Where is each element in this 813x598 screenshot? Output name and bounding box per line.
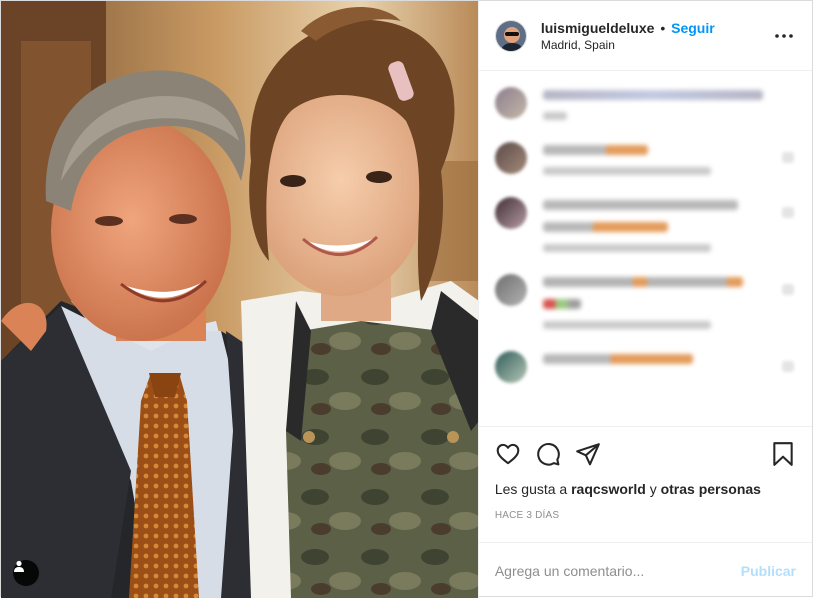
comment-avatar[interactable] — [494, 197, 527, 229]
post-photo[interactable] — [1, 1, 478, 598]
likes-others[interactable]: otras personas — [661, 481, 761, 497]
person-icon — [14, 560, 24, 572]
author-username[interactable]: luismigueldeluxe — [541, 20, 655, 36]
post-timestamp[interactable]: HACE 3 DÍAS — [479, 510, 812, 532]
bookmark-icon[interactable] — [770, 441, 796, 467]
likes-user[interactable]: raqcsworld — [571, 481, 646, 497]
likes-prefix: Les gusta a — [494, 481, 568, 497]
comment-text-blurred — [542, 354, 693, 364]
post-actions — [478, 426, 812, 480]
comment-like-icon[interactable] — [782, 361, 794, 372]
paper-plane-icon[interactable] — [575, 441, 601, 467]
author-line: luismigueldeluxe • Seguir — [541, 19, 772, 37]
comment-text-blurred — [542, 145, 648, 155]
post-container: luismigueldeluxe • Seguir Madrid, Spain — [0, 0, 813, 598]
comment-like-icon[interactable] — [782, 207, 794, 218]
comment-text-blurred — [542, 222, 668, 232]
comment-item — [494, 274, 796, 329]
comment-item — [494, 197, 796, 252]
comment-like-icon[interactable] — [782, 284, 794, 295]
comment-avatar[interactable] — [494, 351, 527, 383]
comment-meta-blurred — [542, 112, 567, 120]
comments-list — [479, 71, 812, 426]
post-side-panel: luismigueldeluxe • Seguir Madrid, Spain — [477, 1, 812, 598]
add-comment-bar: Publicar — [478, 542, 812, 598]
comment-input[interactable] — [494, 562, 741, 579]
more-horizontal-icon — [775, 33, 793, 38]
publish-button[interactable]: Publicar — [741, 563, 796, 579]
likes-joiner: y — [649, 481, 657, 497]
photo-illustration — [1, 1, 478, 598]
comment-meta-blurred — [542, 167, 711, 175]
separator-dot: • — [660, 19, 666, 36]
follow-button[interactable]: Seguir — [671, 20, 715, 36]
comment-text-blurred — [542, 299, 581, 309]
likes-summary: Les gusta a raqcsworld y otras personas — [479, 480, 812, 498]
comment-avatar[interactable] — [494, 87, 527, 119]
post-location[interactable]: Madrid, Spain — [541, 37, 772, 53]
author-info: luismigueldeluxe • Seguir Madrid, Spain — [541, 19, 772, 53]
comment-item — [494, 87, 796, 120]
more-options-button[interactable] — [772, 24, 796, 48]
comment-text-blurred — [542, 277, 743, 287]
post-header: luismigueldeluxe • Seguir Madrid, Spain — [478, 1, 812, 71]
comment-bubble-icon[interactable] — [535, 441, 561, 467]
comment-item — [494, 351, 796, 383]
comment-meta-blurred — [542, 244, 711, 252]
comment-like-icon[interactable] — [782, 152, 794, 163]
comment-text-blurred — [542, 200, 738, 210]
avatar-image — [495, 20, 526, 51]
tagged-users-button[interactable] — [13, 560, 39, 586]
comment-text-blurred — [542, 90, 763, 100]
author-avatar[interactable] — [494, 19, 527, 52]
comment-meta-blurred — [542, 321, 711, 329]
comment-avatar[interactable] — [494, 274, 527, 306]
heart-icon[interactable] — [495, 441, 521, 467]
comment-item — [494, 142, 796, 175]
comment-avatar[interactable] — [494, 142, 527, 174]
